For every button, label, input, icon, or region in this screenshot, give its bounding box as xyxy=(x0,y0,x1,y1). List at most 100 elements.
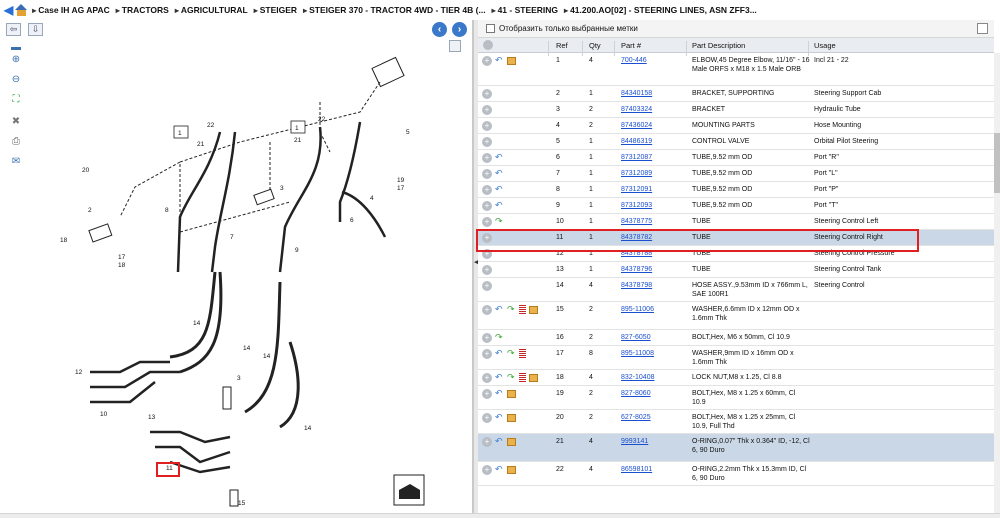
zoom-out-icon[interactable]: ⊖ xyxy=(8,72,24,86)
row-part-link[interactable]: 84486319 xyxy=(621,137,652,146)
add-to-cart-icon[interactable]: + xyxy=(482,88,492,99)
kit-box-icon[interactable] xyxy=(529,373,538,382)
callout-7[interactable]: 7 xyxy=(230,234,234,241)
breadcrumb-item-page[interactable]: ▸ 41.200.AO[02] - STEERING LINES, ASN ZFF… xyxy=(564,5,757,15)
table-row[interactable]: +5 1 84486319 CONTROL VALVE Orbital Pilot St… xyxy=(478,134,994,150)
document-icon[interactable] xyxy=(519,305,526,314)
row-part-link[interactable]: 895-11008 xyxy=(621,349,654,358)
breadcrumb-item-section[interactable]: ▸ 41 - STEERING xyxy=(492,5,558,15)
table-row[interactable]: + ↶ 9 1 87312093 TUBE,9.52 mm OD Port "T" xyxy=(478,198,994,214)
row-part-link[interactable]: 87403324 xyxy=(621,105,652,114)
row-part-link[interactable]: 84378796 xyxy=(621,265,652,274)
next-page-icon[interactable]: ⇩ xyxy=(28,23,43,36)
add-to-cart-icon[interactable]: + xyxy=(482,120,492,131)
table-row[interactable]: +2 1 84340158 BRACKET, SUPPORTING Steering S… xyxy=(478,86,994,102)
replaced-by-icon[interactable]: ↶ xyxy=(495,348,504,359)
kit-box-icon[interactable] xyxy=(507,56,516,65)
zoom-in-icon[interactable]: ⊕ xyxy=(8,52,24,66)
fit-screen-icon[interactable]: ⛶ xyxy=(8,92,24,106)
replaces-icon[interactable]: ↷ xyxy=(507,348,516,359)
callout-17[interactable]: 17 xyxy=(118,254,126,261)
add-to-cart-icon[interactable]: + xyxy=(482,264,492,275)
row-part-link[interactable]: 87312087 xyxy=(621,153,652,162)
print-icon[interactable]: ⎙ xyxy=(8,134,24,148)
add-to-cart-icon[interactable]: + xyxy=(482,136,492,147)
replaced-by-icon[interactable]: ↶ xyxy=(495,168,504,179)
previous-diagram-button[interactable]: ‹ xyxy=(432,22,447,37)
add-to-cart-icon[interactable]: + xyxy=(482,388,492,399)
breadcrumb-item-model[interactable]: ▸ STEIGER 370 - TRACTOR 4WD - TIER 4B (..… xyxy=(303,5,486,15)
callout-14d[interactable]: 14 xyxy=(304,425,312,432)
exploded-parts-diagram[interactable]: 1 1 2 3 3 4 5 6 7 8 9 10 11 12 13 14 14 … xyxy=(30,42,470,507)
table-row[interactable]: + ↶ ↷ 17 8 895-11008 WASHER,9mm ID x 16mm OD x… xyxy=(478,346,994,370)
clear-selection-icon[interactable]: ✖ xyxy=(8,114,24,128)
col-description[interactable]: Part Description xyxy=(692,41,745,50)
callout-13[interactable]: 13 xyxy=(148,414,156,421)
table-row[interactable]: + ↶ 8 1 87312091 TUBE,9.52 mm OD Port "P" xyxy=(478,182,994,198)
row-part-link[interactable]: 84378798 xyxy=(621,281,652,290)
replaced-by-icon[interactable]: ↶ xyxy=(495,464,504,475)
kit-box-icon[interactable] xyxy=(529,305,538,314)
add-to-cart-icon[interactable]: + xyxy=(482,280,492,291)
row-part-link[interactable]: 700-446 xyxy=(621,56,647,65)
callout-19[interactable]: 19 xyxy=(397,177,405,184)
table-row[interactable]: +3 2 87403324 BRACKET Hydraulic Tube xyxy=(478,102,994,118)
table-row[interactable]: + ↶ ↷ 15 2 895-11006 WASHER,6.6mm ID x 12mm OD… xyxy=(478,302,994,330)
replaces-icon[interactable]: ↷ xyxy=(507,304,516,315)
replaced-by-icon[interactable]: ↶ xyxy=(495,55,504,66)
document-icon[interactable] xyxy=(519,349,526,358)
horizontal-scrollbar[interactable] xyxy=(0,513,1000,518)
add-to-cart-icon[interactable]: + xyxy=(482,464,492,475)
row-part-link[interactable]: 9993141 xyxy=(621,437,648,446)
add-to-cart-icon[interactable]: + xyxy=(482,55,492,66)
back-arrow-icon[interactable]: ◀ xyxy=(4,3,13,17)
callout-20[interactable]: 20 xyxy=(82,167,90,174)
callout-15[interactable]: 15 xyxy=(238,500,246,507)
row-part-link[interactable]: 84340158 xyxy=(621,89,652,98)
replaced-by-icon[interactable]: ↶ xyxy=(495,436,504,447)
add-to-cart-icon[interactable]: + xyxy=(482,372,492,383)
callout-21b[interactable]: 21 xyxy=(294,137,302,144)
row-part-link[interactable]: 87312093 xyxy=(621,201,652,210)
callout-18b[interactable]: 18 xyxy=(118,262,126,269)
table-row[interactable]: + ↶ 19 2 827-8060 BOLT,Hex, M8 x 1.25 x 60mm,… xyxy=(478,386,994,410)
callout-5[interactable]: 5 xyxy=(406,129,410,136)
table-row[interactable]: +14 4 84378798 HOSE ASSY.,9.53mm ID x 766mm… xyxy=(478,278,994,302)
table-row[interactable]: + ↶ 21 4 9993141 O-RING,0.07" Thk x 0.364" ID… xyxy=(478,434,994,462)
col-usage[interactable]: Usage xyxy=(814,41,836,50)
scrollbar-thumb[interactable] xyxy=(994,133,1000,193)
table-row[interactable]: + ↷ 10 1 84378775 TUBE Steering Control Left xyxy=(478,214,994,230)
row-part-link[interactable]: 87312089 xyxy=(621,169,652,178)
replaced-by-icon[interactable]: ↶ xyxy=(495,388,504,399)
callout-14[interactable]: 14 xyxy=(193,320,201,327)
table-row[interactable]: + ↶ 6 1 87312087 TUBE,9.52 mm OD Port "R" xyxy=(478,150,994,166)
row-part-link[interactable]: 827-8060 xyxy=(621,389,651,398)
callout-9[interactable]: 9 xyxy=(295,247,299,254)
callout-22b[interactable]: 22 xyxy=(318,116,326,123)
replaced-by-icon[interactable]: ↶ xyxy=(495,412,504,423)
replaced-by-icon[interactable]: ↶ xyxy=(495,304,504,315)
callout-1b[interactable]: 1 xyxy=(295,125,299,132)
callout-14b[interactable]: 14 xyxy=(243,345,251,352)
col-qty[interactable]: Qty xyxy=(589,41,601,50)
add-to-cart-icon[interactable]: + xyxy=(482,436,492,447)
replaces-icon[interactable]: ↷ xyxy=(495,216,504,227)
row-part-link[interactable]: 84378775 xyxy=(621,217,652,226)
kit-box-icon[interactable] xyxy=(507,413,516,422)
callout-6[interactable]: 6 xyxy=(350,217,354,224)
col-ref[interactable]: Ref xyxy=(556,41,568,50)
breadcrumb-item-brand[interactable]: ▸ Case IH AG APAC xyxy=(32,5,110,15)
row-part-link[interactable]: 86598101 xyxy=(621,465,652,474)
kit-box-icon[interactable] xyxy=(507,465,516,474)
add-to-cart-icon[interactable]: + xyxy=(482,332,492,343)
replaces-icon[interactable]: ↷ xyxy=(495,332,504,343)
next-diagram-button[interactable]: › xyxy=(452,22,467,37)
callout-8[interactable]: 8 xyxy=(165,207,169,214)
add-to-cart-icon[interactable]: + xyxy=(482,412,492,423)
kit-box-icon[interactable] xyxy=(507,389,516,398)
table-row[interactable]: + ↶ 22 4 86598101 O-RING,2.2mm Thk x 15.3mm I… xyxy=(478,462,994,486)
callout-17b[interactable]: 17 xyxy=(397,185,405,192)
add-to-cart-icon[interactable]: + xyxy=(482,348,492,359)
prev-page-icon[interactable]: ⇦ xyxy=(6,23,21,36)
replaced-by-icon[interactable]: ↶ xyxy=(495,152,504,163)
